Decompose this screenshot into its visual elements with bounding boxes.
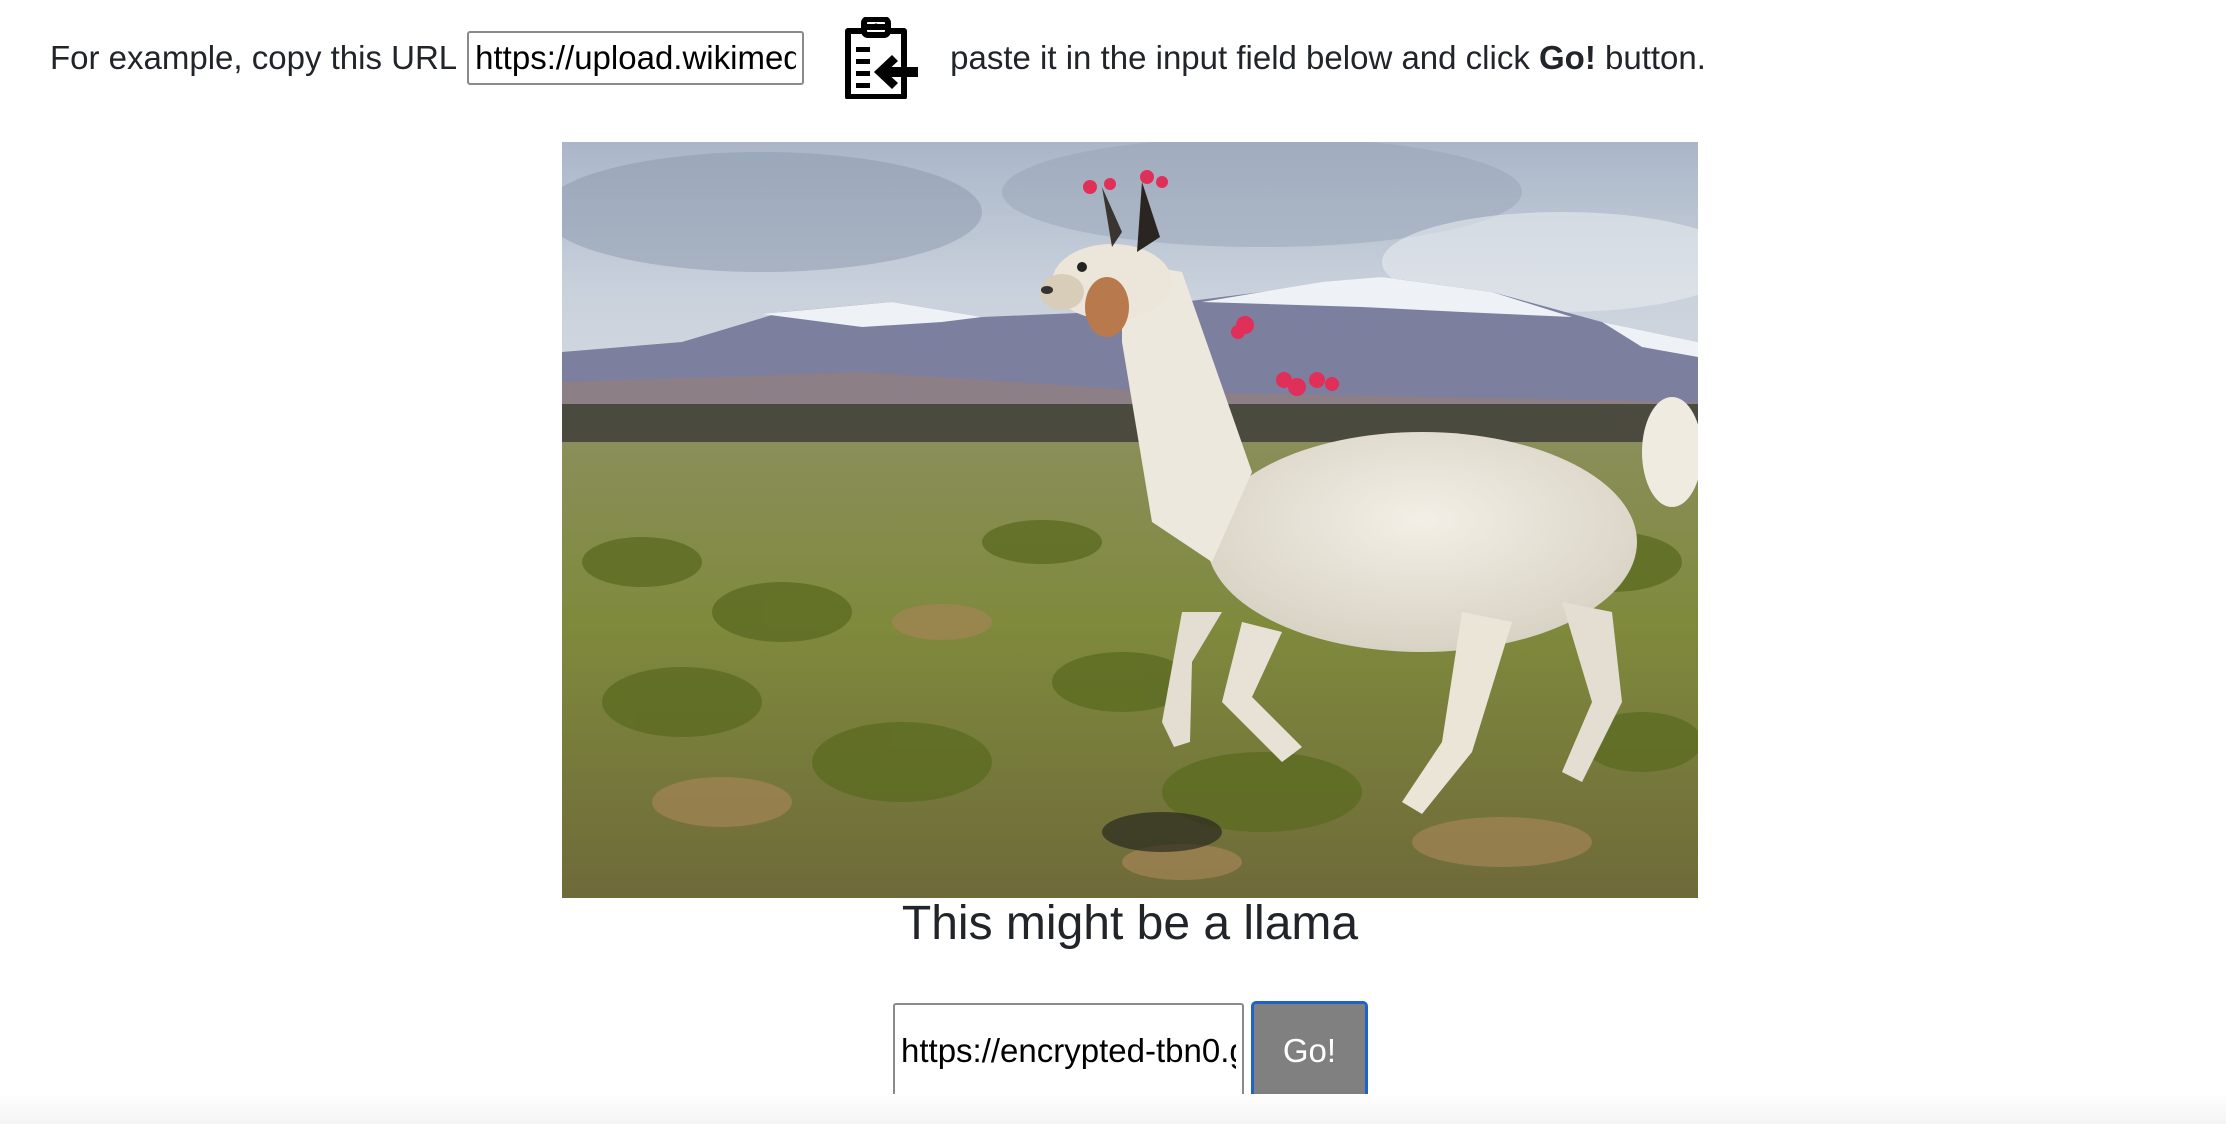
image-url-input[interactable] <box>893 1003 1244 1099</box>
instruction-text-after: paste it in the input field below and cl… <box>950 39 1706 76</box>
clipboard-paste-icon <box>845 17 919 99</box>
prediction-caption: This might be a llama <box>901 897 1359 950</box>
example-url-field[interactable] <box>467 31 805 85</box>
bottom-shade <box>0 1094 2226 1124</box>
llama-photo <box>562 142 1698 898</box>
go-button[interactable]: Go! <box>1251 1001 1368 1101</box>
instruction-text-before: For example, copy this URL <box>50 39 458 76</box>
instruction-row: For example, copy this URL paste it in t… <box>50 17 1706 99</box>
page: For example, copy this URL paste it in t… <box>0 0 2226 1124</box>
url-form: Go! <box>893 1001 1368 1101</box>
copy-to-clipboard-button[interactable] <box>838 17 920 99</box>
go-word: Go! <box>1539 39 1596 76</box>
